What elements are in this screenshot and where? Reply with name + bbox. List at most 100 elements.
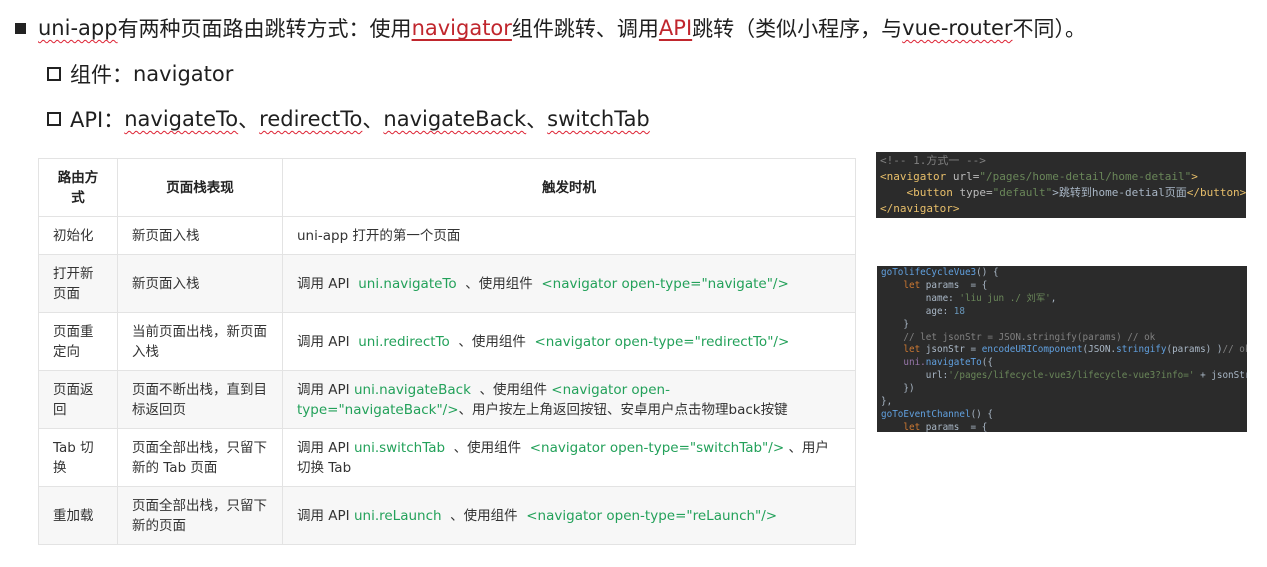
- routing-table: 路由方式 页面栈表现 触发时机 初始化 新页面入栈 uni-app 打开的第一个…: [38, 158, 856, 545]
- bullet-component: 组件： navigator: [47, 59, 233, 89]
- code-string: 'liu jun ./ 刘军': [959, 292, 1051, 304]
- api-prefix: 调用 API: [297, 439, 350, 456]
- code-text: ({: [981, 357, 993, 369]
- code-snippet-navigate-to: goTolifeCycleVue3() { let params = { nam…: [877, 266, 1247, 432]
- api-item-redirect-to: redirectTo: [259, 107, 363, 131]
- cell-method: 打开新页面: [38, 254, 118, 313]
- code-line: <button type="default">跳转到home-detial页面<…: [880, 185, 1247, 201]
- api-code: uni.reLaunch: [353, 507, 442, 524]
- code-object: uni.: [903, 357, 926, 369]
- table-row: 页面重定向 当前页面出栈，新页面入栈 调用 API uni.redirectTo…: [38, 312, 856, 371]
- table-row: 页面返回 页面不断出栈，直到目标返回页 调用 API uni.navigateB…: [38, 370, 856, 429]
- api-prefix: 调用 API: [297, 333, 350, 350]
- api-code: uni.redirectTo: [358, 333, 450, 350]
- code-comment: // let jsonStr = JSON.stringify(params) …: [903, 331, 1156, 343]
- table-row: 打开新页面 新页面入栈 调用 API uni.navigateTo 、使用组件 …: [38, 254, 856, 313]
- api-code: uni.navigateBack: [353, 381, 471, 398]
- code-comment: <!-- 1.方式一 -->: [880, 154, 986, 167]
- code-line: uni.navigateTo({: [881, 357, 1247, 370]
- code-text: },: [881, 396, 893, 408]
- component-code: <navigator open-type="switchTab"/>: [529, 439, 785, 456]
- cell-trigger: 调用 API uni.navigateTo 、使用组件 <navigator o…: [282, 254, 856, 313]
- cell-trigger: 调用 API uni.redirectTo 、使用组件 <navigator o…: [282, 312, 856, 371]
- cell-stack: 页面全部出栈，只留下新的页面: [117, 486, 283, 545]
- code-comment: // ok: [1222, 344, 1247, 356]
- table-header-row: 路由方式 页面栈表现 触发时机: [38, 158, 856, 217]
- mid-text: 、使用组件: [453, 439, 522, 456]
- filled-square-bullet-icon: [15, 22, 26, 34]
- api-item-navigate-back: navigateBack: [383, 107, 527, 131]
- api-link[interactable]: API: [659, 16, 692, 40]
- code-tag: <button: [906, 186, 953, 199]
- cell-trigger: 调用 API uni.navigateBack 、使用组件 <navigator…: [282, 370, 856, 429]
- cell-method: 页面重定向: [38, 312, 118, 371]
- overview-text-1: 有两种页面路由跳转方式：使用: [117, 17, 412, 41]
- code-line: goToEventChannel() {: [881, 409, 1247, 422]
- code-keyword: let: [903, 279, 921, 291]
- code-line: }): [881, 383, 1247, 396]
- code-line: url:'/pages/lifecycle-vue3/lifecycle-vue…: [881, 370, 1247, 383]
- code-line: </navigator>: [880, 201, 1246, 217]
- cell-trigger: 调用 API uni.switchTab 、使用组件 <navigator op…: [282, 428, 856, 487]
- code-tag: </button>: [1186, 186, 1246, 199]
- api-label: API：: [70, 108, 125, 132]
- api-separator: 、: [238, 108, 260, 132]
- code-text: params = {: [920, 421, 988, 432]
- code-line: // let jsonStr = JSON.stringify(params) …: [881, 332, 1247, 345]
- code-line: let params = {: [881, 280, 1247, 293]
- api-item-navigate-to: navigateTo: [124, 107, 239, 131]
- header-method: 路由方式: [38, 158, 118, 217]
- component-label: 组件：: [70, 63, 133, 87]
- api-separator: 、: [362, 108, 384, 132]
- code-line: age: 18: [925, 305, 965, 317]
- header-trigger: 触发时机: [282, 158, 856, 217]
- code-snippet-navigator: <!-- 1.方式一 --> <navigator url="/pages/ho…: [876, 152, 1246, 218]
- cell-stack: 新页面入栈: [117, 254, 283, 313]
- code-string: '/pages/lifecycle-vue3/lifecycle-vue3?in…: [948, 370, 1195, 382]
- code-key: url: [925, 370, 943, 382]
- suffix-text: 、用户按左上角返回按钮、安卓用户点击物理back按键: [458, 401, 788, 418]
- code-tag: <navigator: [880, 170, 947, 183]
- code-text: }: [903, 318, 909, 330]
- cell-method: 重加载: [38, 486, 118, 545]
- code-tag: >: [1191, 170, 1198, 183]
- table-row: Tab 切换 页面全部出栈，只留下新的 Tab 页面 调用 API uni.sw…: [38, 428, 856, 487]
- overview-text-2: 组件跳转、调用: [511, 17, 659, 41]
- bullet-routing-overview: uni-app 有两种页面路由跳转方式：使用 navigator 组件跳转、调用…: [15, 13, 1086, 43]
- code-text: () {: [970, 408, 993, 420]
- api-item-switch-tab: switchTab: [547, 107, 650, 131]
- code-line: <!-- 1.方式一 -->: [880, 153, 1246, 169]
- code-number: 18: [953, 305, 965, 317]
- code-attr: url=: [946, 170, 980, 183]
- code-function: goTolifeCycleVue3: [881, 267, 977, 278]
- code-tag: >: [952, 202, 960, 215]
- overview-text-3: 跳转（类似小程序，与: [692, 17, 903, 41]
- uni-app-text: uni-app: [38, 16, 118, 40]
- code-function: encodeURIComponent: [981, 344, 1083, 356]
- code-line: goTolifeCycleVue3() {: [881, 267, 1247, 280]
- table-row: 初始化 新页面入栈 uni-app 打开的第一个页面: [38, 216, 856, 255]
- component-value: navigator: [133, 62, 234, 86]
- hollow-square-bullet-icon: [47, 67, 61, 81]
- code-keyword: let: [903, 421, 921, 432]
- code-text: params = {: [920, 279, 988, 291]
- code-keyword: let: [903, 344, 921, 356]
- code-function: goToEventChannel: [881, 408, 971, 420]
- component-code: <navigator open-type="navigate"/>: [541, 275, 789, 292]
- navigator-link[interactable]: navigator: [412, 16, 512, 40]
- api-separator: 、: [526, 108, 548, 132]
- code-key: name: [925, 292, 949, 304]
- code-text: () {: [976, 267, 999, 278]
- code-key: age: [925, 305, 943, 317]
- api-code: uni.switchTab: [353, 439, 446, 456]
- code-tag: </navigator: [880, 202, 953, 215]
- mid-text: 、使用组件: [465, 275, 533, 292]
- cell-method: 页面返回: [38, 370, 118, 429]
- code-line: <navigator url="/pages/home-detail/home-…: [880, 169, 1246, 185]
- code-line: name: 'liu jun ./ 刘军',: [925, 292, 1057, 304]
- overview-text-4: 不同）。: [1012, 17, 1087, 41]
- vue-router-text: vue-router: [902, 16, 1013, 40]
- cell-stack: 页面全部出栈，只留下新的 Tab 页面: [117, 428, 283, 487]
- api-code: uni.navigateTo: [358, 275, 457, 292]
- code-function: navigateTo: [925, 357, 982, 369]
